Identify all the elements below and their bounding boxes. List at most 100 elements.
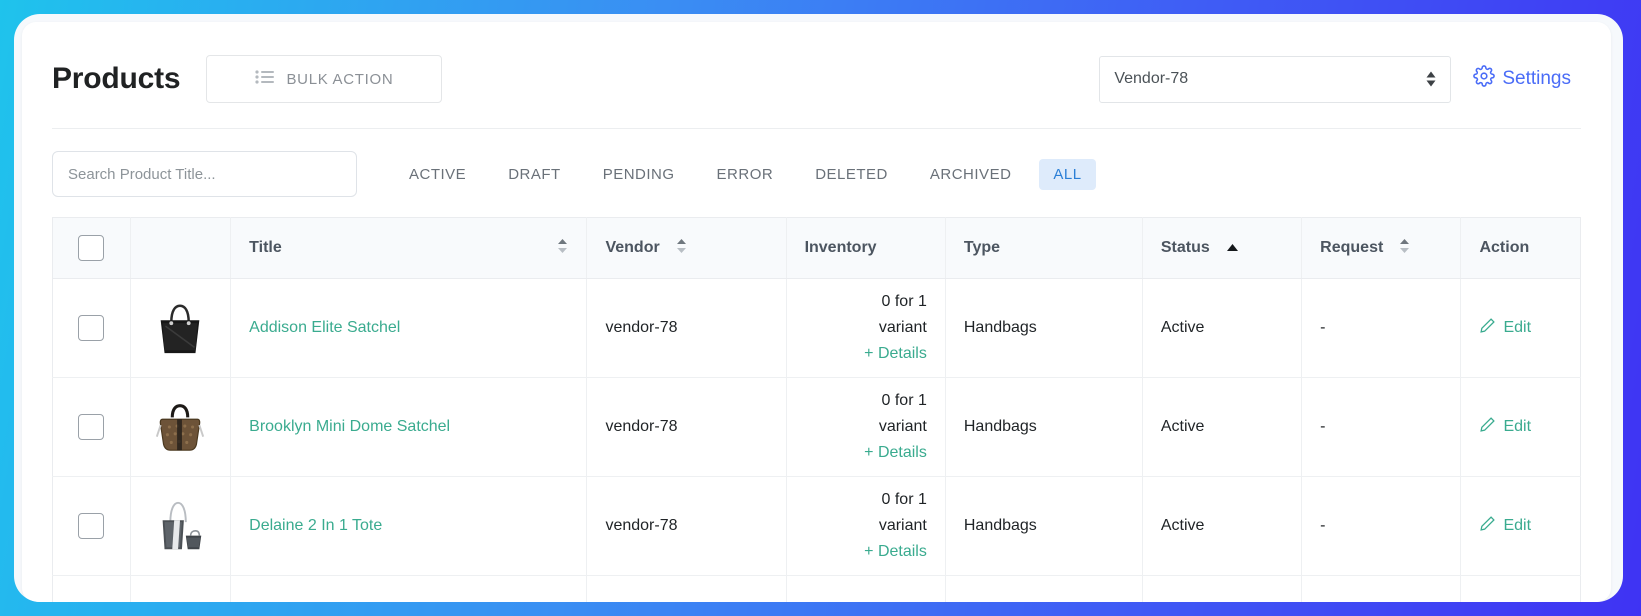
- row-action-cell: Edit: [1460, 278, 1581, 378]
- row-inventory-cell: 0 for 1 variant + Details: [786, 476, 946, 576]
- inventory-variant: variant: [878, 517, 927, 534]
- tab-draft[interactable]: DRAFT: [494, 159, 575, 190]
- sort-updown-icon[interactable]: [676, 238, 687, 259]
- row-status-cell: Active: [1142, 278, 1303, 378]
- row-status-cell: [1142, 575, 1303, 602]
- th-vendor[interactable]: Vendor: [586, 217, 787, 279]
- tab-error[interactable]: ERROR: [703, 159, 788, 190]
- row-select-cell: [52, 278, 131, 378]
- brown-monogram-dome-handbag-thumbnail: [156, 404, 205, 451]
- products-card: Products BULK ACTION Vendor-78 Settings …: [22, 22, 1611, 602]
- row-status-cell: Active: [1142, 476, 1303, 576]
- row-request-cell: [1301, 575, 1462, 602]
- vendor-select[interactable]: Vendor-78: [1099, 55, 1452, 103]
- tab-active[interactable]: ACTIVE: [395, 159, 480, 190]
- row-thumbnail-cell: [130, 377, 232, 477]
- table-row: [52, 575, 1581, 603]
- sort-updown-icon[interactable]: [1399, 238, 1410, 259]
- vendor-select-value: Vendor-78: [1114, 70, 1189, 87]
- table-row: Addison Elite Satchel vendor-78 0 for 1 …: [52, 278, 1581, 378]
- th-action: Action: [1460, 217, 1581, 279]
- inventory-variant: variant: [878, 418, 927, 435]
- header-right-group: Vendor-78 Settings: [1099, 55, 1571, 103]
- th-vendor-label: Vendor: [605, 239, 660, 256]
- table-header-row: Title Vendor Inventory Type Status Reque…: [52, 217, 1581, 279]
- edit-button[interactable]: Edit: [1479, 515, 1562, 537]
- row-checkbox[interactable]: [78, 414, 105, 440]
- products-table: Title Vendor Inventory Type Status Reque…: [52, 217, 1581, 602]
- select-all-checkbox[interactable]: [78, 235, 105, 261]
- product-title-link[interactable]: Addison Elite Satchel: [249, 319, 400, 336]
- tab-deleted[interactable]: DELETED: [801, 159, 902, 190]
- th-inventory-label: Inventory: [804, 239, 877, 256]
- th-action-label: Action: [1479, 239, 1530, 256]
- th-image: [130, 217, 232, 279]
- th-title-label: Title: [249, 239, 282, 256]
- edit-label: Edit: [1503, 319, 1532, 336]
- th-request-label: Request: [1320, 239, 1384, 256]
- row-type-cell: Handbags: [945, 278, 1143, 378]
- filter-row: ACTIVE DRAFT PENDING ERROR DELETED ARCHI…: [22, 129, 1611, 197]
- th-title[interactable]: Title: [230, 217, 588, 279]
- tab-pending[interactable]: PENDING: [589, 159, 689, 190]
- row-request-cell: -: [1301, 278, 1462, 378]
- row-action-cell: Edit: [1460, 476, 1581, 576]
- app-background: Products BULK ACTION Vendor-78 Settings …: [14, 14, 1623, 602]
- row-checkbox[interactable]: [78, 513, 105, 539]
- bulk-action-button[interactable]: BULK ACTION: [206, 55, 443, 103]
- row-thumbnail-cell: [130, 476, 232, 576]
- inventory-count: 0 for 1: [881, 491, 927, 508]
- row-thumbnail-cell: [130, 575, 232, 602]
- row-status-cell: Active: [1142, 377, 1303, 477]
- edit-label: Edit: [1503, 418, 1532, 435]
- th-request[interactable]: Request: [1301, 217, 1462, 279]
- sort-asc-icon[interactable]: [1226, 239, 1239, 257]
- tab-all[interactable]: ALL: [1039, 158, 1096, 190]
- row-inventory-cell: 0 for 1 variant + Details: [786, 278, 946, 378]
- settings-label: Settings: [1502, 68, 1571, 89]
- th-inventory: Inventory: [786, 217, 946, 279]
- chevron-updown-icon: [1426, 71, 1436, 87]
- row-vendor-cell: vendor-78: [586, 476, 787, 576]
- product-title-link[interactable]: Brooklyn Mini Dome Satchel: [249, 418, 450, 435]
- tab-archived[interactable]: ARCHIVED: [916, 159, 1026, 190]
- th-type: Type: [945, 217, 1143, 279]
- table-header: Title Vendor Inventory Type Status Reque…: [52, 217, 1581, 279]
- row-thumbnail-cell: [130, 278, 232, 378]
- row-select-cell: [52, 575, 131, 602]
- row-action-cell: [1461, 576, 1581, 603]
- edit-button[interactable]: Edit: [1479, 317, 1562, 339]
- table-body: Addison Elite Satchel vendor-78 0 for 1 …: [52, 278, 1581, 603]
- products-table-wrapper: Title Vendor Inventory Type Status Reque…: [22, 197, 1611, 602]
- settings-button[interactable]: Settings: [1473, 65, 1571, 93]
- grey-two-in-one-tote-set-thumbnail: [162, 501, 202, 550]
- inventory-details-link[interactable]: + Details: [805, 539, 927, 565]
- row-select-cell: [52, 377, 131, 477]
- row-vendor-cell: [586, 575, 787, 602]
- row-checkbox[interactable]: [78, 315, 105, 341]
- th-status[interactable]: Status: [1142, 217, 1303, 279]
- row-title-cell: [230, 575, 588, 602]
- pencil-icon: [1479, 515, 1496, 537]
- sort-updown-icon[interactable]: [557, 238, 568, 259]
- search-input[interactable]: [52, 151, 357, 197]
- bulk-action-label: BULK ACTION: [286, 70, 394, 88]
- page-header: Products BULK ACTION Vendor-78 Settings: [22, 22, 1611, 110]
- product-title-link[interactable]: Delaine 2 In 1 Tote: [249, 517, 382, 534]
- black-tote-handbag-thumbnail: [161, 304, 200, 354]
- pencil-icon: [1479, 317, 1496, 339]
- pencil-icon: [1479, 416, 1496, 438]
- inventory-details-link[interactable]: + Details: [805, 440, 927, 466]
- inventory-details-link[interactable]: + Details: [805, 341, 927, 367]
- table-row: Brooklyn Mini Dome Satchel vendor-78 0 f…: [52, 377, 1581, 477]
- row-type-cell: [945, 575, 1143, 602]
- row-request-cell: -: [1301, 377, 1462, 477]
- row-title-cell: Brooklyn Mini Dome Satchel: [230, 377, 588, 477]
- gradient-frame: Products BULK ACTION Vendor-78 Settings …: [0, 0, 1641, 616]
- edit-button[interactable]: Edit: [1479, 416, 1562, 438]
- table-row: Delaine 2 In 1 Tote vendor-78 0 for 1 va…: [52, 476, 1581, 576]
- row-title-cell: Delaine 2 In 1 Tote: [230, 476, 588, 576]
- inventory-variant: variant: [878, 319, 927, 336]
- row-type-cell: Handbags: [945, 476, 1143, 576]
- row-title-cell: Addison Elite Satchel: [230, 278, 588, 378]
